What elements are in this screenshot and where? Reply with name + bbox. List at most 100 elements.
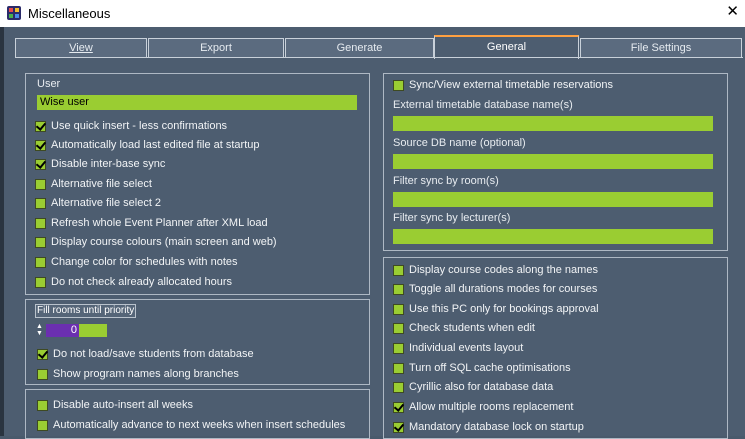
- priority-fill: [79, 324, 107, 337]
- user-label: User: [37, 78, 61, 90]
- checkbox-box: [393, 381, 404, 393]
- checkbox-label: Cyrillic also for database data: [409, 381, 554, 393]
- checkbox-box: [35, 217, 46, 229]
- checkbox-label: Alternative file select 2: [51, 197, 162, 209]
- pc-bookings-approval-checkbox[interactable]: Use this PC only for bookings approval: [393, 302, 599, 316]
- checkbox-box: [393, 303, 404, 315]
- refresh-event-planner-checkbox[interactable]: Refresh whole Event Planner after XML lo…: [35, 216, 268, 230]
- external-db-name-label: External timetable database name(s): [393, 99, 573, 111]
- checkbox-box: [393, 322, 404, 334]
- checkbox-box: [37, 348, 48, 360]
- tab-label: Export: [200, 42, 232, 54]
- filter-room-label: Filter sync by room(s): [393, 175, 499, 187]
- checkbox-label: Allow multiple rooms replacement: [409, 401, 574, 413]
- app-icon: [7, 6, 21, 20]
- checkbox-box: [37, 419, 48, 431]
- tab-bar: View Export Generate General File Settin…: [15, 35, 745, 59]
- change-color-notes-checkbox[interactable]: Change color for schedules with notes: [35, 255, 238, 269]
- no-load-students-checkbox[interactable]: Do not load/save students from database: [37, 347, 254, 361]
- filter-lecturer-field[interactable]: [393, 229, 713, 244]
- window-edge: [0, 27, 4, 436]
- toggle-durations-checkbox[interactable]: Toggle all durations modes for courses: [393, 282, 597, 296]
- tab-export[interactable]: Export: [148, 38, 284, 57]
- tab-general[interactable]: General: [434, 35, 579, 59]
- tab-file-settings[interactable]: File Settings: [580, 38, 742, 57]
- multiple-rooms-replacement-checkbox[interactable]: Allow multiple rooms replacement: [393, 400, 573, 414]
- alt-file-select-checkbox[interactable]: Alternative file select: [35, 177, 152, 191]
- show-program-names-checkbox[interactable]: Show program names along branches: [37, 367, 239, 381]
- fill-rooms-priority-label: Fill rooms until priority: [35, 304, 137, 318]
- checkbox-label: Toggle all durations modes for courses: [409, 283, 598, 295]
- alt-file-select-2-checkbox[interactable]: Alternative file select 2: [35, 196, 161, 210]
- tab-label: General: [486, 41, 527, 53]
- priority-stepper[interactable]: ▲ ▼ 0: [35, 323, 107, 338]
- sync-external-timetable-checkbox[interactable]: Sync/View external timetable reservation…: [393, 78, 613, 92]
- checkbox-box: [393, 79, 404, 91]
- close-icon[interactable]: ✕: [726, 4, 739, 19]
- priority-value[interactable]: 0: [46, 324, 79, 337]
- checkbox-label: Automatically load last edited file at s…: [51, 139, 260, 151]
- checkbox-box: [393, 264, 404, 276]
- source-db-name-field[interactable]: [393, 154, 713, 169]
- checkbox-label: Change color for schedules with notes: [51, 256, 238, 268]
- checkbox-label: Sync/View external timetable reservation…: [409, 79, 614, 91]
- checkbox-label: Individual events layout: [409, 342, 524, 354]
- checkbox-label: Do not check already allocated hours: [51, 276, 232, 288]
- checkbox-box: [35, 178, 46, 190]
- filter-lecturer-label: Filter sync by lecturer(s): [393, 212, 511, 224]
- display-course-codes-checkbox[interactable]: Display course codes along the names: [393, 263, 598, 277]
- sql-cache-off-checkbox[interactable]: Turn off SQL cache optimisations: [393, 361, 571, 375]
- checkbox-label: Disable auto-insert all weeks: [53, 399, 194, 411]
- quick-insert-checkbox[interactable]: Use quick insert - less confirmations: [35, 119, 227, 133]
- checkbox-label: Display course codes along the names: [409, 264, 598, 276]
- source-db-name-label: Source DB name (optional): [393, 137, 526, 149]
- tab-label: Generate: [336, 42, 383, 54]
- filter-room-field[interactable]: [393, 192, 713, 207]
- checkbox-box: [35, 197, 46, 209]
- checkbox-box: [35, 120, 46, 132]
- checkbox-label: Show program names along branches: [53, 368, 239, 380]
- checkbox-label: Check students when edit: [409, 322, 535, 334]
- stepper-arrows-icon[interactable]: ▲ ▼: [35, 323, 44, 338]
- no-check-allocated-hours-checkbox[interactable]: Do not check already allocated hours: [35, 275, 232, 289]
- check-students-edit-checkbox[interactable]: Check students when edit: [393, 321, 535, 335]
- checkbox-label: Refresh whole Event Planner after XML lo…: [51, 217, 268, 229]
- checkbox-box: [393, 283, 404, 295]
- checkbox-box: [35, 236, 46, 248]
- autoload-last-file-checkbox[interactable]: Automatically load last edited file at s…: [35, 138, 260, 152]
- individual-events-layout-checkbox[interactable]: Individual events layout: [393, 341, 523, 355]
- external-db-name-field[interactable]: [393, 116, 713, 131]
- display-course-colours-checkbox[interactable]: Display course colours (main screen and …: [35, 235, 277, 249]
- checkbox-box: [35, 276, 46, 288]
- tab-label: View: [69, 42, 93, 54]
- disable-auto-insert-checkbox[interactable]: Disable auto-insert all weeks: [37, 398, 193, 412]
- checkbox-box: [35, 256, 46, 268]
- checkbox-label: Do not load/save students from database: [53, 348, 254, 360]
- checkbox-label: Turn off SQL cache optimisations: [409, 362, 571, 374]
- checkbox-label: Mandatory database lock on startup: [409, 421, 584, 433]
- checkbox-label: Alternative file select: [51, 178, 152, 190]
- tab-label: File Settings: [630, 42, 692, 54]
- title-bar: Miscellaneous ✕: [0, 0, 745, 27]
- checkbox-box: [393, 342, 404, 354]
- db-lock-startup-checkbox[interactable]: Mandatory database lock on startup: [393, 420, 584, 434]
- checkbox-box: [37, 368, 48, 380]
- tab-view[interactable]: View: [15, 38, 147, 57]
- disable-inter-base-sync-checkbox[interactable]: Disable inter-base sync: [35, 157, 165, 171]
- auto-advance-weeks-checkbox[interactable]: Automatically advance to next weeks when…: [37, 418, 345, 432]
- checkbox-box: [393, 421, 404, 433]
- checkbox-label: Display course colours (main screen and …: [51, 236, 277, 248]
- tab-generate[interactable]: Generate: [285, 38, 434, 57]
- checkbox-box: [393, 362, 404, 374]
- tab-content-border: [15, 57, 743, 58]
- user-name-field[interactable]: Wise user: [37, 95, 357, 110]
- checkbox-label: Automatically advance to next weeks when…: [53, 419, 346, 431]
- checkbox-label: Disable inter-base sync: [51, 158, 166, 170]
- checkbox-box: [35, 139, 46, 151]
- checkbox-label: Use this PC only for bookings approval: [409, 303, 599, 315]
- checkbox-box: [393, 401, 404, 413]
- checkbox-box: [37, 399, 48, 411]
- cyrillic-db-checkbox[interactable]: Cyrillic also for database data: [393, 380, 553, 394]
- checkbox-box: [35, 158, 46, 170]
- window-title: Miscellaneous: [28, 6, 111, 21]
